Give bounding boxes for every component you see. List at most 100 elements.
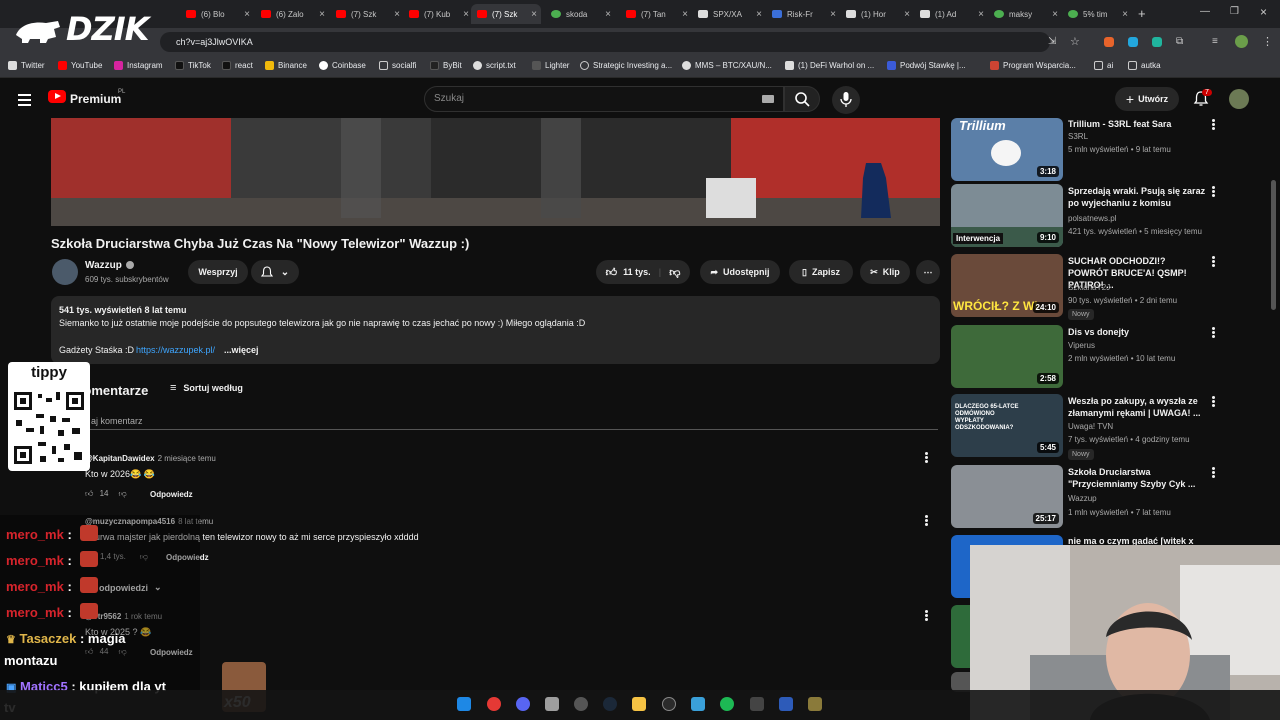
close-icon[interactable]: × [682,9,688,20]
recommendation-menu-icon[interactable] [1212,119,1216,131]
app-icon[interactable] [808,697,822,711]
spotify-icon[interactable] [720,697,734,711]
bookmark-strategic[interactable]: Strategic Investing a... [580,61,672,70]
app-icon[interactable] [750,697,764,711]
bookmark-star-icon[interactable]: ☆ [1070,35,1080,48]
share-button[interactable]: ➦ Udostępnij [700,260,780,284]
comment-menu-icon[interactable] [925,452,929,464]
extension-icon[interactable] [1104,37,1114,47]
bookmark-bybit[interactable]: ByBit [430,61,462,70]
recommendation-channel[interactable]: SzklanaY2J [1068,283,1110,292]
app-icon[interactable] [779,697,793,711]
recommendation-channel[interactable]: Viperus [1068,341,1095,350]
recommendation-title[interactable]: Trillium - S3RL feat Sara [1068,118,1206,130]
close-icon[interactable]: × [830,9,836,20]
close-icon[interactable]: × [756,9,762,20]
recommendation-thumbnail[interactable]: Trillium 3:18 [951,118,1063,181]
save-button[interactable]: ▯ Zapisz [789,260,853,284]
maximize-button[interactable]: ❐ [1230,6,1239,17]
channel-avatar[interactable] [52,259,78,285]
omnibox[interactable] [160,32,1050,52]
comment-input[interactable]: aj komentarz [91,416,143,426]
recommendation-menu-icon[interactable] [1212,467,1216,479]
dislike-icon[interactable]: 👎︎ [119,489,127,498]
close-icon[interactable]: × [605,9,611,20]
bookmark-tiktok[interactable]: TikTok [175,61,211,70]
chrome-icon[interactable] [487,697,501,711]
bookmark-folder-socialfi[interactable]: socialfi [379,61,416,70]
show-more-link[interactable]: ...więcej [224,345,259,355]
close-icon[interactable]: × [1052,9,1058,20]
close-icon[interactable]: × [1122,9,1128,20]
bookmark-mms[interactable]: MMS – BTC/XAU/N... [682,61,772,70]
recommendation-thumbnail[interactable]: Interwencja 9:10 [951,184,1063,247]
recommendation-channel[interactable]: S3RL [1068,132,1088,141]
bookmark-binance[interactable]: Binance [265,61,307,70]
bookmark-podwoj[interactable]: Podwój Stawkę |... [887,61,966,70]
gadgets-link[interactable]: https://wazzupek.pl/ [136,345,215,355]
recommendation-thumbnail[interactable]: DLACZEGO 65-LATCE ODMÓWIONO WYPŁATY ODSZ… [951,394,1063,457]
close-icon[interactable]: × [978,9,984,20]
recommendation-channel[interactable]: Wazzup [1068,494,1097,503]
bookmark-lighter[interactable]: Lighter [532,61,569,70]
menu-icon[interactable]: ⋮ [1262,35,1273,48]
close-icon[interactable]: × [319,9,325,20]
bookmark-program[interactable]: Program Wsparcia... [990,61,1076,70]
close-icon[interactable]: × [463,9,469,20]
puzzle-icon[interactable]: ⧉ [1176,36,1183,47]
bookmark-coinbase[interactable]: Coinbase [319,61,366,70]
page-scrollbar[interactable] [1271,180,1276,310]
bookmark-folder-autka[interactable]: autka [1128,61,1161,70]
steam-icon[interactable] [603,697,617,711]
recommendation-thumbnail[interactable]: 2:58 [951,325,1063,388]
bookmark-react[interactable]: react [222,61,253,70]
obs-icon[interactable] [574,697,588,711]
bookmark-script[interactable]: script.txt [473,61,516,70]
browser-tab[interactable]: SPX/XA × [692,4,766,24]
bookmark-folder-ai[interactable]: ai [1094,61,1113,70]
extension-icon[interactable] [1152,37,1162,47]
sort-button[interactable]: ≡ Sortuj według [170,382,243,394]
dislike-icon[interactable]: 👎︎ [669,266,680,279]
like-icon[interactable]: 👍︎ [85,489,93,498]
media-icon[interactable]: ≡ [1212,36,1218,47]
recommendation-title[interactable]: Szkoła Druciarstwa "Przyciemniamy Szyby … [1068,466,1206,490]
profile-avatar[interactable] [1235,35,1248,48]
recommendation-thumbnail[interactable]: WRÓCIŁ? Z WŁ 24:10 [951,254,1063,317]
recommendation-title[interactable]: Sprzedają wraki. Psują się zaraz po wyje… [1068,185,1206,209]
app-icon[interactable] [691,697,705,711]
recommendation-menu-icon[interactable] [1212,256,1216,268]
bookmark-twitter[interactable]: Twitter [8,61,45,70]
video-player[interactable] [51,118,940,226]
create-button[interactable]: + Utwórz [1115,87,1179,111]
channel-name[interactable]: Wazzup [85,260,122,271]
keyboard-icon[interactable] [762,95,774,103]
recommendation-menu-icon[interactable] [1212,327,1216,339]
browser-tab[interactable]: maksy × [988,4,1062,24]
window-close-button[interactable]: × [1260,5,1267,19]
recommendation-channel[interactable]: Uwaga! TVN [1068,422,1113,431]
more-actions-button[interactable]: ⋯ [916,260,940,284]
like-icon[interactable]: 👍︎ [606,266,618,279]
support-button[interactable]: Wesprzyj [188,260,248,284]
close-icon[interactable]: × [244,9,250,20]
edge-icon[interactable] [662,697,676,711]
windows-start-icon[interactable] [457,697,471,711]
bookmark-youtube[interactable]: YouTube [58,61,102,70]
youtube-logo-icon[interactable] [48,90,66,103]
bookmark-instagram[interactable]: Instagram [114,61,163,70]
browser-tab[interactable]: (6) Zalo × [255,4,329,24]
minimize-button[interactable]: — [1200,6,1210,17]
browser-tab-active[interactable]: (7) Szk × [471,4,541,24]
browser-tab[interactable]: Risk-Fr × [766,4,840,24]
recommendation-title[interactable]: Weszła po zakupy, a wyszła ze złamanymi … [1068,395,1206,419]
hamburger-menu-icon[interactable] [18,94,31,109]
search-input[interactable] [424,86,784,112]
install-icon[interactable]: ⇲ [1048,36,1056,47]
recommendation-menu-icon[interactable] [1212,186,1216,198]
folder-icon[interactable] [632,697,646,711]
recommendation-menu-icon[interactable] [1212,396,1216,408]
browser-tab[interactable]: (7) Szk × [330,4,404,24]
browser-tab[interactable]: skoda × [545,4,615,24]
like-count[interactable]: 11 tys. [623,267,651,277]
